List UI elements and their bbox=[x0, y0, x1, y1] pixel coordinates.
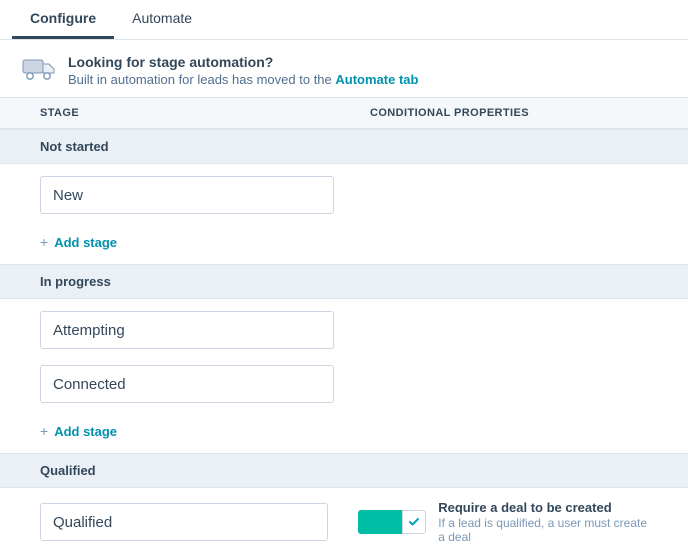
column-headers: STAGE CONDITIONAL PROPERTIES bbox=[0, 97, 688, 129]
automation-banner: Looking for stage automation? Built in a… bbox=[0, 40, 688, 97]
banner-title: Looking for stage automation? bbox=[68, 54, 418, 70]
stage-row: Require a deal to be created If a lead i… bbox=[0, 488, 688, 556]
require-deal-toggle[interactable] bbox=[358, 510, 426, 534]
banner-sub-text: Built in automation for leads has moved … bbox=[68, 72, 335, 87]
require-deal-subtitle: If a lead is qualified, a user must crea… bbox=[438, 516, 648, 544]
plus-icon: + bbox=[40, 234, 48, 250]
tabs: Configure Automate bbox=[0, 0, 688, 40]
add-stage-label: Add stage bbox=[54, 424, 117, 439]
require-deal-title: Require a deal to be created bbox=[438, 500, 648, 515]
tab-automate[interactable]: Automate bbox=[114, 0, 210, 39]
tab-configure[interactable]: Configure bbox=[12, 0, 114, 39]
stage-input-attempting[interactable] bbox=[40, 311, 334, 349]
stage-row bbox=[0, 164, 688, 226]
add-stage-button[interactable]: + Add stage bbox=[0, 415, 688, 453]
stage-row bbox=[0, 361, 688, 415]
truck-icon bbox=[22, 56, 56, 85]
header-stage: STAGE bbox=[0, 107, 370, 119]
plus-icon: + bbox=[40, 423, 48, 439]
header-conditional: CONDITIONAL PROPERTIES bbox=[370, 107, 688, 119]
check-icon bbox=[402, 510, 426, 534]
stage-row bbox=[0, 299, 688, 361]
add-stage-button[interactable]: + Add stage bbox=[0, 226, 688, 264]
automate-tab-link[interactable]: Automate tab bbox=[335, 72, 418, 87]
group-not-started: Not started bbox=[0, 129, 688, 164]
group-in-progress: In progress bbox=[0, 264, 688, 299]
stage-input-new[interactable] bbox=[40, 176, 334, 214]
stage-input-connected[interactable] bbox=[40, 365, 334, 403]
banner-subtitle: Built in automation for leads has moved … bbox=[68, 72, 418, 87]
group-qualified: Qualified bbox=[0, 453, 688, 488]
conditional-block: Require a deal to be created If a lead i… bbox=[358, 500, 648, 544]
stage-input-qualified[interactable] bbox=[40, 503, 328, 541]
add-stage-label: Add stage bbox=[54, 235, 117, 250]
